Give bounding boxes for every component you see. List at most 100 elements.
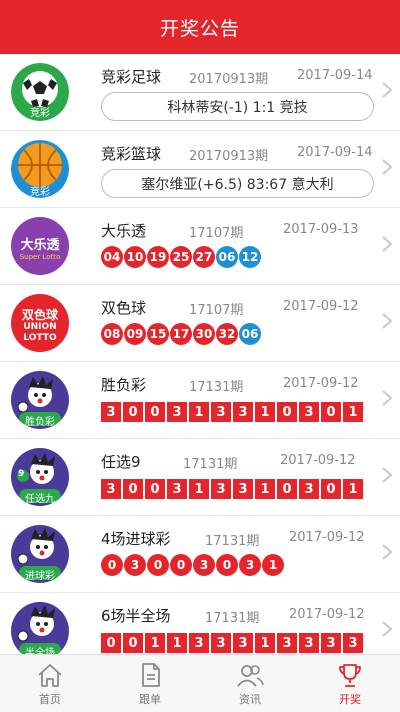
logo-subtext: Super Lotto: [19, 253, 61, 261]
digit-box: 3: [299, 479, 319, 499]
digit-box: 1: [189, 402, 209, 422]
logo-digit: 9: [18, 469, 25, 479]
lottery-issue: 20170913期: [189, 72, 269, 87]
lottery-issue: 17131期: [205, 611, 260, 626]
document-icon: [142, 663, 160, 687]
red-ball: 15: [147, 323, 169, 345]
lottery-row-ssq[interactable]: 双色球 UNION LOTTO 双色球 17107期 2017-09-12 08…: [0, 285, 400, 362]
logo-text: 竞彩: [30, 187, 50, 198]
digit-box: 0: [145, 479, 165, 499]
mascot-logo-icon: 9 任选九: [11, 448, 69, 506]
draw-balls: 0 3 0 0 3 0 3 1: [101, 554, 285, 576]
digit-box: 1: [167, 633, 187, 653]
mascot-logo-icon: 进球彩: [11, 525, 69, 583]
red-ball: 25: [170, 246, 192, 268]
digit-box: 0: [123, 479, 143, 499]
digit-box: 3: [343, 633, 363, 653]
lottery-row-jczq[interactable]: 竞彩 竞彩足球 20170913期 2017-09-14 科林蒂安(-1) 1:…: [0, 54, 400, 131]
lottery-issue: 17131期: [189, 380, 244, 395]
tab-label: 跟单: [139, 693, 161, 706]
lottery-row-bqc[interactable]: 半全场 6场半全场 17131期 2017-09-12 0 0 1 1 3 3 …: [0, 593, 400, 654]
logo-text: 胜负彩: [25, 417, 55, 428]
lottery-name: 双色球: [101, 299, 147, 317]
tab-news[interactable]: 资讯: [200, 655, 300, 712]
logo-subtext-2: LOTTO: [23, 333, 57, 343]
lottery-date: 2017-09-12: [289, 607, 365, 622]
red-ball: 30: [193, 323, 215, 345]
digit-box: 1: [255, 479, 275, 499]
logo-text: 双色球: [21, 308, 58, 322]
logo-text: 任选九: [25, 494, 55, 505]
lottery-row-jqc[interactable]: 进球彩 4场进球彩 17131期 2017-09-12 0 3 0 0 3 0 …: [0, 516, 400, 593]
lottery-issue: 17131期: [205, 534, 260, 549]
red-ball: 04: [101, 246, 123, 268]
digit-box: 3: [211, 479, 231, 499]
lottery-date: 2017-09-14: [297, 68, 373, 83]
page-title: 开奖公告: [159, 17, 240, 40]
lottery-date: 2017-09-13: [283, 222, 359, 237]
red-ball: 09: [124, 323, 146, 345]
chevron-right-icon: [382, 159, 393, 175]
draw-digits: 3 0 0 3 1 3 3 1 0 3 0 1: [101, 479, 365, 499]
digit-box: 1: [189, 479, 209, 499]
lottery-list: 竞彩 竞彩足球 20170913期 2017-09-14 科林蒂安(-1) 1:…: [0, 54, 400, 654]
red-ball: 32: [216, 323, 238, 345]
red-ball: 17: [170, 323, 192, 345]
lottery-name: 竞彩足球: [101, 68, 162, 86]
bottom-tab-bar: 首页 跟单 资讯 开奖: [0, 654, 400, 712]
lottery-name: 大乐透: [101, 222, 147, 240]
tab-draw[interactable]: 开奖: [300, 655, 400, 712]
digit-box: 0: [277, 479, 297, 499]
digit-box: 3: [211, 633, 231, 653]
red-ball: 3: [239, 554, 261, 576]
logo-subtext: UNION: [23, 322, 57, 332]
logo-text: 竞彩: [30, 108, 50, 119]
digit-box: 3: [167, 402, 187, 422]
red-ball: 10: [124, 246, 146, 268]
shuangseqiu-logo-icon: 双色球 UNION LOTTO: [11, 294, 69, 352]
lottery-row-sfc[interactable]: 胜负彩 胜负彩 17131期 2017-09-12 3 0 0 3 1 3 3 …: [0, 362, 400, 439]
digit-box: 1: [343, 402, 363, 422]
lottery-issue: 17107期: [189, 303, 244, 318]
digit-box: 3: [233, 402, 253, 422]
tab-follow[interactable]: 跟单: [100, 655, 200, 712]
digit-box: 0: [277, 402, 297, 422]
digit-box: 3: [277, 633, 297, 653]
digit-box: 3: [233, 633, 253, 653]
lottery-issue: 17131期: [183, 457, 238, 472]
draw-balls: 08 09 15 17 30 32 06: [101, 323, 262, 345]
red-ball: 3: [193, 554, 215, 576]
digit-box: 3: [233, 479, 253, 499]
lottery-name: 任选9: [101, 453, 141, 471]
chevron-right-icon: [382, 390, 393, 406]
digit-box: 3: [321, 633, 341, 653]
red-ball: 19: [147, 246, 169, 268]
red-ball: 0: [101, 554, 123, 576]
lottery-date: 2017-09-12: [280, 453, 356, 468]
draw-digits: 0 0 1 1 3 3 3 1 3 3 3 3: [101, 633, 365, 653]
digit-box: 0: [123, 402, 143, 422]
blue-ball: 06: [239, 323, 261, 345]
match-result: 塞尔维亚(+6.5) 83:67 意大利: [101, 169, 374, 198]
digit-box: 1: [255, 633, 275, 653]
match-result: 科林蒂安(-1) 1:1 竞技: [101, 92, 374, 121]
app-header: 开奖公告: [0, 0, 400, 54]
lottery-row-rx9[interactable]: 9 任选九 任选9 17131期 2017-09-12 3 0 0 3 1 3 …: [0, 439, 400, 516]
lottery-issue: 17107期: [189, 226, 244, 241]
lottery-name: 竞彩篮球: [101, 145, 162, 163]
digit-box: 0: [101, 633, 121, 653]
digit-box: 0: [145, 402, 165, 422]
lottery-row-jclq[interactable]: 竞彩 竞彩篮球 20170913期 2017-09-14 塞尔维亚(+6.5) …: [0, 131, 400, 208]
home-icon: [38, 664, 62, 687]
lottery-row-dlt[interactable]: 大乐透 Super Lotto 大乐透 17107期 2017-09-13 04…: [0, 208, 400, 285]
lottery-date: 2017-09-12: [289, 530, 365, 545]
tab-label: 开奖: [339, 693, 361, 706]
digit-box: 1: [343, 479, 363, 499]
digit-box: 3: [167, 479, 187, 499]
digit-box: 3: [299, 402, 319, 422]
tab-label: 资讯: [239, 693, 261, 706]
lottery-name: 4场进球彩: [101, 530, 171, 548]
blue-ball: 06: [216, 246, 238, 268]
tab-home[interactable]: 首页: [0, 655, 100, 712]
digit-box: 3: [101, 402, 121, 422]
